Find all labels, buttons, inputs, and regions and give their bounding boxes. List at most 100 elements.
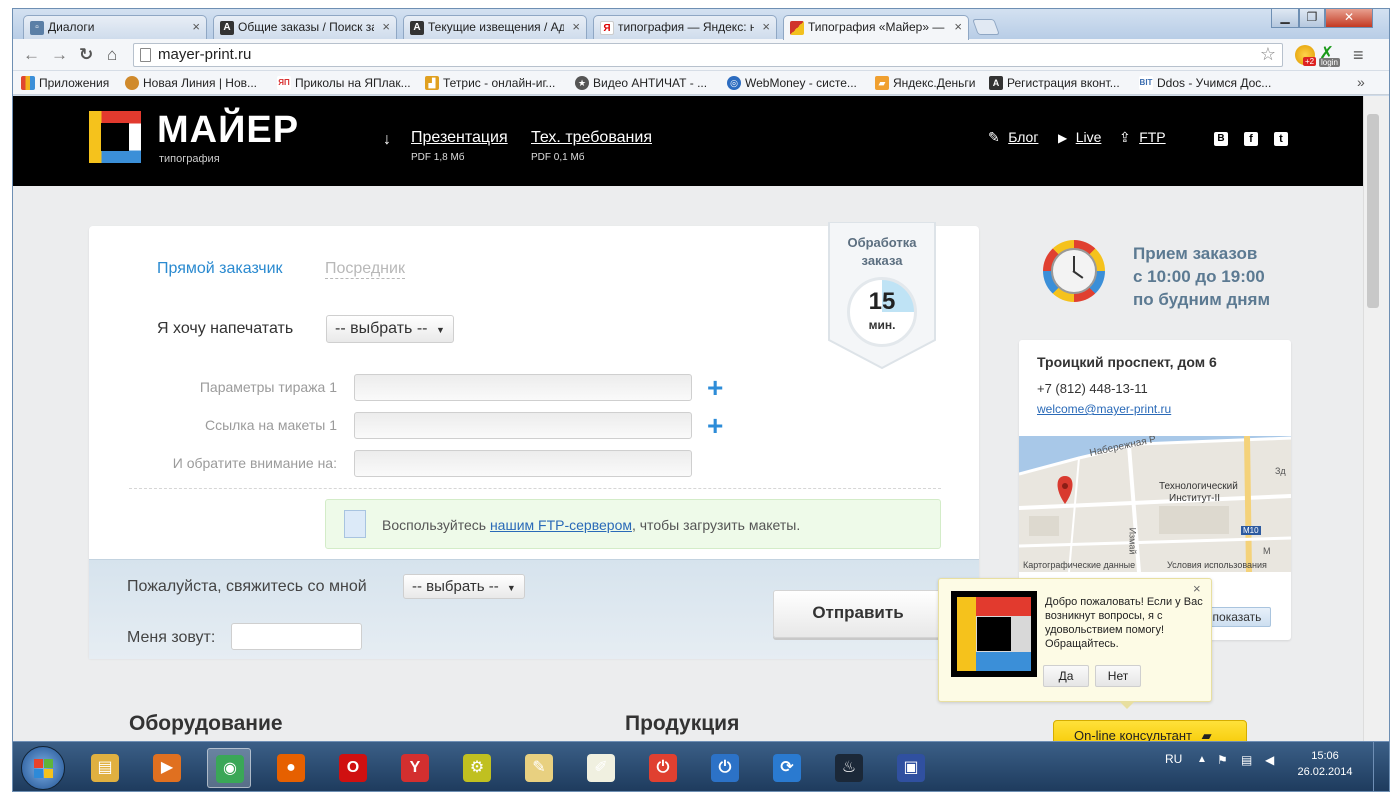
popup-yes-button[interactable]: Да	[1043, 665, 1089, 687]
close-window-button[interactable]: ✕	[1325, 9, 1373, 28]
tab-direct-customer[interactable]: Прямой заказчик	[157, 260, 283, 278]
language-indicator[interactable]: RU	[1165, 752, 1182, 766]
tab-close-icon[interactable]: ×	[762, 19, 770, 34]
bookmark-webmoney[interactable]: ◎ WebMoney - систе...	[727, 76, 857, 90]
map-label-izmay: Измай	[1127, 527, 1138, 555]
taskbar-app-chrome[interactable]: ◉	[207, 748, 251, 788]
email-link[interactable]: welcome@mayer-print.ru	[1037, 402, 1171, 416]
blog-link[interactable]: ✎ Блог	[988, 129, 1038, 147]
layout-link-input[interactable]	[354, 412, 692, 439]
network-icon[interactable]: ▤	[1241, 753, 1252, 767]
volume-icon[interactable]: ◀	[1265, 753, 1274, 767]
taskbar-app-floppy[interactable]: ▣	[889, 748, 933, 788]
download-icon: ↓	[383, 131, 391, 148]
map-label-institute: Институт-II	[1169, 493, 1221, 504]
star-icon[interactable]: ☆	[1260, 44, 1276, 65]
print-type-select[interactable]: -- выбрать -- ▼	[326, 315, 454, 343]
ftp-notice-pre: Воспользуйтесь	[382, 517, 490, 533]
taskbar-app-firefox[interactable]: ●	[269, 748, 313, 788]
mayer-logo-icon[interactable]	[89, 111, 141, 163]
taskbar-app-media-player[interactable]: ▶	[145, 748, 189, 788]
print-params-input[interactable]	[354, 374, 692, 401]
taskbar-app-steam[interactable]: ♨	[827, 748, 871, 788]
maximize-button[interactable]: ❐	[1299, 9, 1325, 28]
facebook-icon[interactable]: f	[1244, 132, 1258, 146]
address-bar[interactable]: mayer-print.ru ☆	[133, 43, 1283, 67]
show-desktop-button[interactable]	[1373, 742, 1389, 791]
tab-orders[interactable]: A Общие заказы / Поиск за ×	[213, 15, 397, 39]
new-tab-button[interactable]	[972, 19, 1000, 35]
minimize-button[interactable]: ▁	[1271, 9, 1299, 28]
submit-button[interactable]: Отправить	[773, 590, 943, 638]
popup-close-icon[interactable]: ×	[1193, 581, 1201, 596]
home-icon[interactable]: ⌂	[107, 45, 117, 65]
back-icon[interactable]: ←	[23, 45, 40, 65]
taskbar-app-explorer[interactable]: ▤	[83, 748, 127, 788]
twitter-icon[interactable]: t	[1274, 132, 1288, 146]
map-terms-link[interactable]: Условия использования	[1167, 560, 1267, 570]
popup-no-button[interactable]: Нет	[1095, 665, 1141, 687]
presentation-link[interactable]: Презентация PDF 1,8 Мб	[411, 129, 508, 163]
ftp-link[interactable]: ⇪ FTP	[1119, 129, 1166, 147]
taskbar-app-opera[interactable]: O	[331, 748, 375, 788]
vk-icon[interactable]: В	[1214, 132, 1228, 146]
browser-toolbar: ← → ↻ ⌂ mayer-print.ru ☆ +2 ✗ login ≡	[13, 39, 1389, 71]
tetris-icon: ▟	[425, 76, 439, 90]
bookmark-registration[interactable]: A Регистрация вконт...	[989, 76, 1120, 90]
tab-close-icon[interactable]: ×	[954, 19, 962, 34]
ftp-server-link[interactable]: нашим FTP-сервером	[490, 517, 632, 533]
tab-close-icon[interactable]: ×	[192, 19, 200, 34]
location-map[interactable]: Набережная Р Технологический Институт-II…	[1019, 436, 1291, 572]
map-data-label: Картографические данные	[1023, 560, 1136, 570]
online-consultant-button[interactable]: On-line консультант ▰	[1053, 720, 1247, 741]
bookmark-yandex-money[interactable]: ▰ Яндекс.Деньги	[875, 76, 975, 90]
bookmarks-bar: Приложения Новая Линия | Нов... ЯП Прикол…	[13, 71, 1389, 95]
vk-dialog-icon: ▫	[30, 21, 44, 35]
scrollbar-thumb[interactable]	[1367, 114, 1379, 308]
taskbar-app-yandex-browser[interactable]: Y	[393, 748, 437, 788]
bookmark-ddos[interactable]: BIT Ddos - Учимся Дос...	[1139, 76, 1271, 90]
bookmark-tetris[interactable]: ▟ Тетрис - онлайн-иг...	[425, 76, 555, 90]
bookmark-antichat[interactable]: ★ Видео АНТИЧАТ - ...	[575, 76, 707, 90]
tab-intermediary[interactable]: Посредник	[325, 260, 405, 279]
bookmark-apps[interactable]: Приложения	[21, 76, 109, 90]
taskbar-app-sync[interactable]: ⟳	[765, 748, 809, 788]
logo-title: МАЙЕР	[157, 109, 300, 151]
tab-yandex-search[interactable]: Я типография — Яндекс: на ×	[593, 15, 777, 39]
taskbar-app-notepad[interactable]: ✐	[579, 748, 623, 788]
forward-icon[interactable]: →	[51, 45, 68, 65]
bookmark-label: Новая Линия | Нов...	[143, 76, 257, 90]
bookmark-yap[interactable]: ЯП Приколы на ЯПлак...	[277, 76, 411, 90]
tab-dialogs[interactable]: ▫ Диалоги ×	[23, 15, 207, 39]
ftp-notice-post: , чтобы загрузить макеты.	[631, 517, 801, 533]
tab-close-icon[interactable]: ×	[572, 19, 580, 34]
bookmarks-overflow-icon[interactable]: »	[1357, 74, 1365, 90]
flag-icon[interactable]: ⚑	[1217, 753, 1228, 767]
start-button[interactable]	[21, 746, 65, 790]
tab-mayer[interactable]: Типография «Майер» — ×	[783, 15, 969, 40]
contact-method-select[interactable]: -- выбрать -- ▼	[403, 574, 525, 599]
reload-icon[interactable]: ↻	[79, 45, 93, 65]
name-input[interactable]	[231, 623, 362, 650]
clock[interactable]: 15:06 26.02.2014	[1297, 748, 1353, 780]
map-label-m: М	[1263, 546, 1271, 556]
add-link-plus-icon[interactable]: +	[707, 412, 723, 440]
taskbar-app-paint[interactable]: ✎	[517, 748, 561, 788]
tray-up-icon[interactable]: ▲	[1197, 754, 1207, 765]
add-params-plus-icon[interactable]: +	[707, 374, 723, 402]
notes-input[interactable]	[354, 450, 692, 477]
bookmark-newline[interactable]: Новая Линия | Нов...	[125, 76, 257, 90]
show-map-button[interactable]: показать	[1203, 607, 1271, 627]
tech-requirements-link[interactable]: Тех. требования PDF 0,1 Мб	[531, 129, 652, 163]
taskbar-app-network-tool[interactable]: ⚙	[455, 748, 499, 788]
tab-close-icon[interactable]: ×	[382, 19, 390, 34]
live-link[interactable]: ▶ Live	[1058, 129, 1101, 147]
tab-notices[interactable]: A Текущие извещения / Ад ×	[403, 15, 587, 39]
taskbar-app-power-tool[interactable]: ⏻	[641, 748, 685, 788]
menu-icon[interactable]: ≡	[1353, 45, 1364, 66]
processing-unit: мин.	[868, 318, 896, 332]
a-icon: A	[220, 21, 234, 35]
chat-icon: ▰	[1201, 728, 1212, 741]
taskbar-app-power-button[interactable]: ⏻	[703, 748, 747, 788]
webmoney-icon: ◎	[727, 76, 741, 90]
